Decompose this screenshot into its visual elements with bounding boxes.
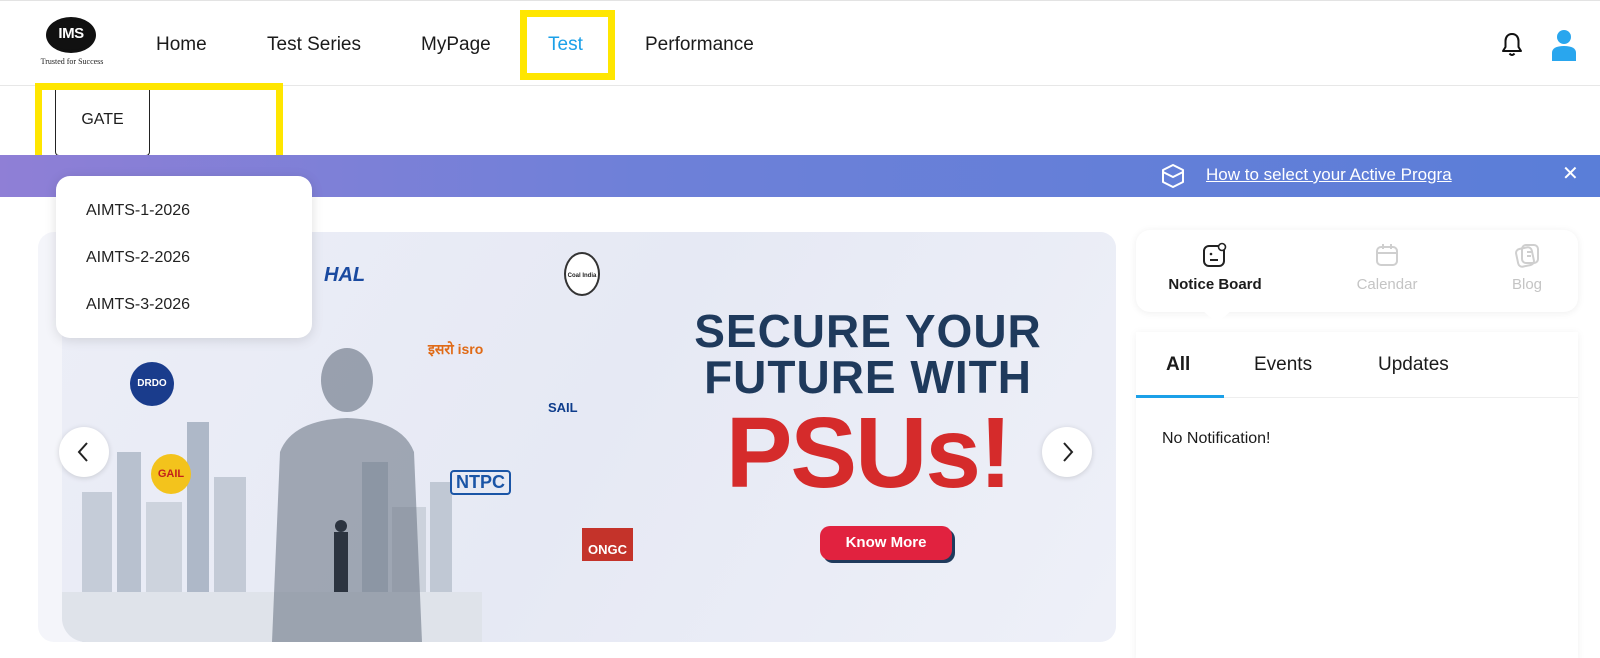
tab-blog[interactable]: Blog xyxy=(1472,242,1582,293)
nav-home[interactable]: Home xyxy=(156,34,207,56)
side-panel-tabs: Notice Board Calendar Blog xyxy=(1136,230,1578,312)
dropdown-option[interactable]: AIMTS-2-2026 xyxy=(86,249,190,267)
active-filter-underline xyxy=(1136,395,1224,398)
empty-notifications-message: No Notification! xyxy=(1162,430,1271,447)
user-icon[interactable] xyxy=(1551,29,1577,61)
tab-label: Blog xyxy=(1511,276,1543,293)
top-navigation: IMS Trusted for Success Home Test Series… xyxy=(0,0,1600,86)
tab-calendar[interactable]: Calendar xyxy=(1332,242,1442,293)
psu-logo-ongc: ONGC xyxy=(582,528,633,561)
blog-icon xyxy=(1515,244,1539,268)
chevron-right-icon xyxy=(1063,442,1074,462)
bell-icon[interactable] xyxy=(1500,31,1524,59)
filter-updates[interactable]: Updates xyxy=(1378,354,1449,376)
notice-board-icon xyxy=(1203,242,1227,267)
logo-tagline: Trusted for Success xyxy=(40,57,104,66)
psu-logo-isro: इसरो isro xyxy=(428,341,484,357)
psu-logo-coal-india: Coal India xyxy=(564,252,600,296)
filter-events[interactable]: Events xyxy=(1254,354,1312,376)
banner-headline-line3: PSUs! xyxy=(725,397,1013,509)
highlight-box-test xyxy=(520,10,615,80)
active-tab-pointer xyxy=(1203,311,1231,323)
carousel-prev-button[interactable] xyxy=(59,427,109,477)
tab-label: Calendar xyxy=(1356,276,1418,293)
nav-test-series[interactable]: Test Series xyxy=(267,34,361,56)
carousel-next-button[interactable] xyxy=(1042,427,1092,477)
notice-board-panel: All Events Updates No Notification! xyxy=(1136,332,1578,658)
nav-performance[interactable]: Performance xyxy=(645,34,754,56)
filter-tabs: All Events Updates xyxy=(1136,332,1578,398)
tab-notice-board[interactable]: Notice Board xyxy=(1160,242,1270,293)
logo-text: IMS xyxy=(58,25,84,42)
chevron-left-icon xyxy=(77,442,88,462)
filter-all[interactable]: All xyxy=(1166,354,1190,376)
close-icon[interactable]: ✕ xyxy=(1562,161,1579,186)
ims-logo[interactable]: IMS Trusted for Success xyxy=(36,17,106,69)
calendar-icon xyxy=(1376,244,1398,266)
dropdown-option[interactable]: AIMTS-3-2026 xyxy=(86,296,190,314)
graduation-cap-icon xyxy=(1162,164,1184,188)
psu-logo-hal: HAL xyxy=(324,264,366,286)
active-program-help-link[interactable]: How to select your Active Progra xyxy=(1206,165,1452,185)
psu-logo-ntpc: NTPC xyxy=(450,470,511,495)
psu-logo-gail: GAIL xyxy=(151,454,191,494)
dropdown-option[interactable]: AIMTS-1-2026 xyxy=(86,202,190,220)
psu-logo-drdo: DRDO xyxy=(130,362,174,406)
psu-logo-sail: SAIL xyxy=(548,400,578,415)
program-dropdown: AIMTS-1-2026 AIMTS-2-2026 AIMTS-3-2026 xyxy=(56,176,312,338)
tab-label: Notice Board xyxy=(1168,276,1262,293)
nav-mypage[interactable]: MyPage xyxy=(421,34,491,56)
businessman-silhouette xyxy=(272,348,422,642)
logo-mark: IMS xyxy=(46,17,96,53)
know-more-button[interactable]: Know More xyxy=(820,526,952,560)
